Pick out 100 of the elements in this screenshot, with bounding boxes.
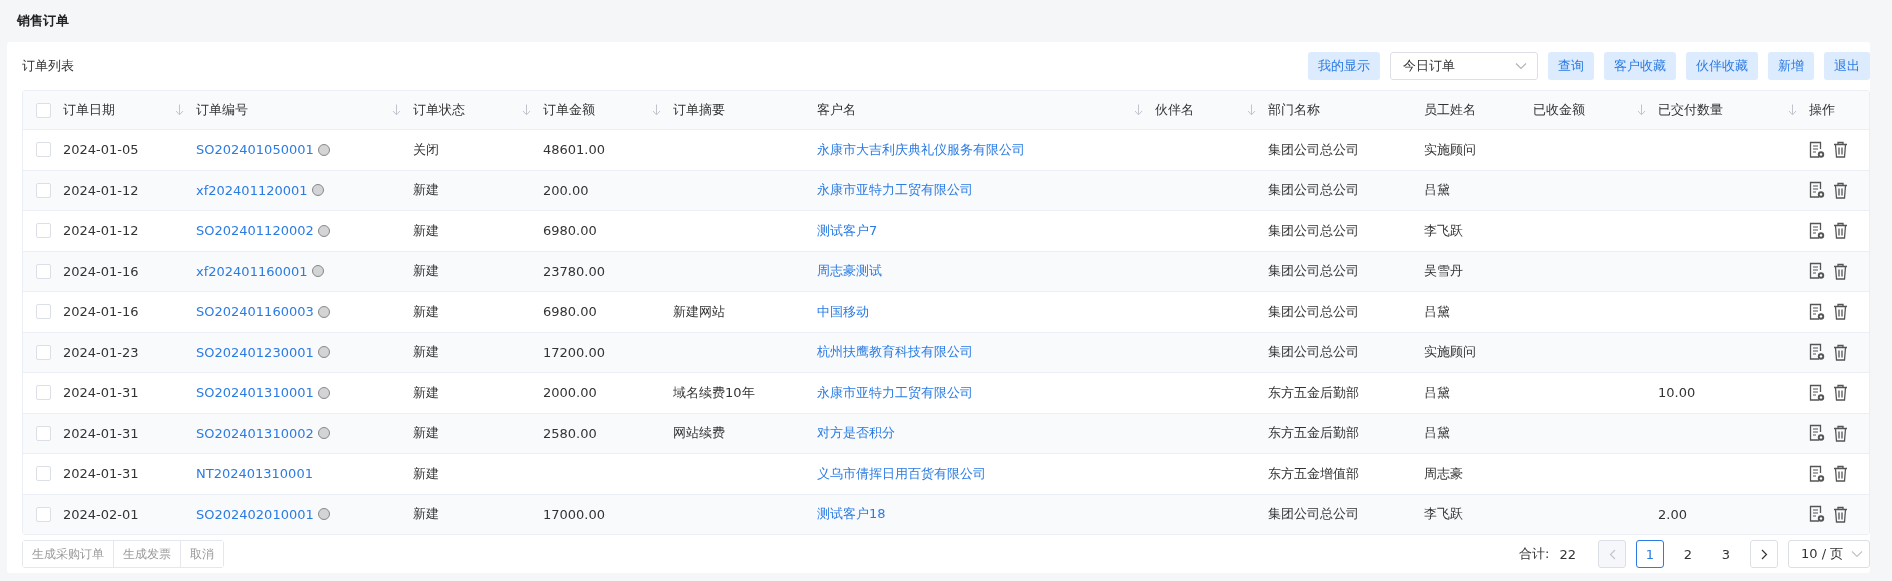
status-cell: 新建 <box>413 424 439 443</box>
sort-arrow-icon[interactable] <box>1247 104 1256 116</box>
date-cell: 2024-01-12 <box>63 182 139 198</box>
trash-icon[interactable] <box>1833 303 1848 321</box>
order-number-link[interactable]: SO202401310002 <box>196 425 314 441</box>
department-cell: 集团公司总公司 <box>1268 140 1359 159</box>
column-header: 订单编号 <box>196 101 248 119</box>
status-dot-icon <box>311 184 324 197</box>
customer-link[interactable]: 周志豪测试 <box>817 262 882 281</box>
trash-icon[interactable] <box>1833 343 1848 361</box>
status-dot-icon <box>317 386 330 399</box>
chevron-right-icon <box>1760 548 1768 560</box>
employee-cell: 吕黛 <box>1424 181 1450 200</box>
row-checkbox[interactable] <box>35 304 51 320</box>
document-settings-icon[interactable] <box>1809 343 1825 362</box>
chevron-down-icon <box>1851 550 1863 558</box>
trash-icon[interactable] <box>1833 465 1848 483</box>
summary-cell: 域名续费10年 <box>673 383 755 402</box>
row-checkbox[interactable] <box>35 223 51 239</box>
customer-link[interactable]: 义乌市倩挥日用百货有限公司 <box>817 464 986 483</box>
customer-link[interactable]: 对方是否积分 <box>817 424 895 443</box>
page-size-select[interactable]: 10 / 页 <box>1788 540 1870 568</box>
page-title: 销售订单 <box>17 12 69 30</box>
amount-cell: 6980.00 <box>543 223 597 239</box>
customer-link[interactable]: 永康市大吉利庆典礼仪服务有限公司 <box>817 140 1025 159</box>
toolbar-button[interactable]: 退出 <box>1824 52 1870 80</box>
document-settings-icon[interactable] <box>1809 424 1825 443</box>
select-all-checkbox[interactable] <box>35 102 51 118</box>
order-number-link[interactable]: SO202401160003 <box>196 304 314 320</box>
row-checkbox[interactable] <box>35 142 51 158</box>
customer-link[interactable]: 测试客户7 <box>817 221 878 240</box>
trash-icon[interactable] <box>1833 384 1848 402</box>
document-settings-icon[interactable] <box>1809 262 1825 281</box>
sort-arrow-icon[interactable] <box>175 104 184 116</box>
next-page-button[interactable] <box>1750 540 1778 568</box>
status-cell: 关闭 <box>413 140 439 159</box>
column-header: 客户名 <box>817 101 856 119</box>
trash-icon[interactable] <box>1833 141 1848 159</box>
employee-cell: 吕黛 <box>1424 424 1450 443</box>
sort-arrow-icon[interactable] <box>392 104 401 116</box>
document-settings-icon[interactable] <box>1809 140 1825 159</box>
status-cell: 新建 <box>413 302 439 321</box>
row-checkbox[interactable] <box>35 344 51 360</box>
order-number-link[interactable]: NT202401310001 <box>196 466 313 482</box>
order-number-link[interactable]: SO202401310001 <box>196 385 314 401</box>
document-settings-icon[interactable] <box>1809 221 1825 240</box>
status-cell: 新建 <box>413 181 439 200</box>
toolbar-button[interactable]: 伙伴收藏 <box>1686 52 1758 80</box>
sort-arrow-icon[interactable] <box>522 104 531 116</box>
toolbar-button[interactable]: 客户收藏 <box>1604 52 1676 80</box>
column-header: 订单摘要 <box>673 101 725 119</box>
sort-arrow-icon[interactable] <box>652 104 661 116</box>
customer-link[interactable]: 永康市亚特力工贸有限公司 <box>817 181 973 200</box>
customer-link[interactable]: 永康市亚特力工贸有限公司 <box>817 383 973 402</box>
trash-icon[interactable] <box>1833 505 1848 523</box>
bulk-action-button[interactable]: 生成采购订单 <box>23 541 114 567</box>
column-header: 已交付数量 <box>1658 101 1723 119</box>
amount-cell: 6980.00 <box>543 304 597 320</box>
order-number-link[interactable]: xf202401120001 <box>196 182 308 198</box>
delivered-cell: 10.00 <box>1658 385 1696 401</box>
row-checkbox[interactable] <box>35 182 51 198</box>
trash-icon[interactable] <box>1833 222 1848 240</box>
row-checkbox[interactable] <box>35 263 51 279</box>
row-checkbox[interactable] <box>35 425 51 441</box>
sort-arrow-icon[interactable] <box>1788 104 1797 116</box>
status-dot-icon <box>317 305 330 318</box>
trash-icon[interactable] <box>1833 181 1848 199</box>
page-number-button[interactable]: 1 <box>1636 540 1664 568</box>
filter-select[interactable]: 今日订单 <box>1390 52 1538 80</box>
my-view-button[interactable]: 我的显示 <box>1308 52 1380 80</box>
sort-arrow-icon[interactable] <box>1637 104 1646 116</box>
row-checkbox[interactable] <box>35 385 51 401</box>
order-number-link[interactable]: SO202402010001 <box>196 506 314 522</box>
document-settings-icon[interactable] <box>1809 302 1825 321</box>
customer-link[interactable]: 测试客户18 <box>817 505 886 524</box>
document-settings-icon[interactable] <box>1809 505 1825 524</box>
employee-cell: 吴雪丹 <box>1424 262 1463 281</box>
toolbar-button[interactable]: 新增 <box>1768 52 1814 80</box>
sort-arrow-icon[interactable] <box>1134 104 1143 116</box>
row-checkbox[interactable] <box>35 506 51 522</box>
order-number-link[interactable]: SO202401230001 <box>196 344 314 360</box>
status-cell: 新建 <box>413 262 439 281</box>
customer-link[interactable]: 中国移动 <box>817 302 869 321</box>
order-number-link[interactable]: SO202401120002 <box>196 223 314 239</box>
column-header: 操作 <box>1809 101 1835 119</box>
amount-cell: 23780.00 <box>543 263 606 279</box>
employee-cell: 李飞跃 <box>1424 221 1463 240</box>
document-settings-icon[interactable] <box>1809 464 1825 483</box>
column-header: 订单状态 <box>413 101 465 119</box>
trash-icon[interactable] <box>1833 424 1848 442</box>
document-settings-icon[interactable] <box>1809 181 1825 200</box>
customer-link[interactable]: 杭州扶鹰教育科技有限公司 <box>817 343 973 362</box>
trash-icon[interactable] <box>1833 262 1848 280</box>
document-settings-icon[interactable] <box>1809 383 1825 402</box>
order-number-link[interactable]: xf202401160001 <box>196 263 308 279</box>
department-cell: 集团公司总公司 <box>1268 221 1359 240</box>
order-number-link[interactable]: SO202401050001 <box>196 142 314 158</box>
row-checkbox[interactable] <box>35 466 51 482</box>
toolbar-button[interactable]: 查询 <box>1548 52 1594 80</box>
department-cell: 集团公司总公司 <box>1268 343 1359 362</box>
